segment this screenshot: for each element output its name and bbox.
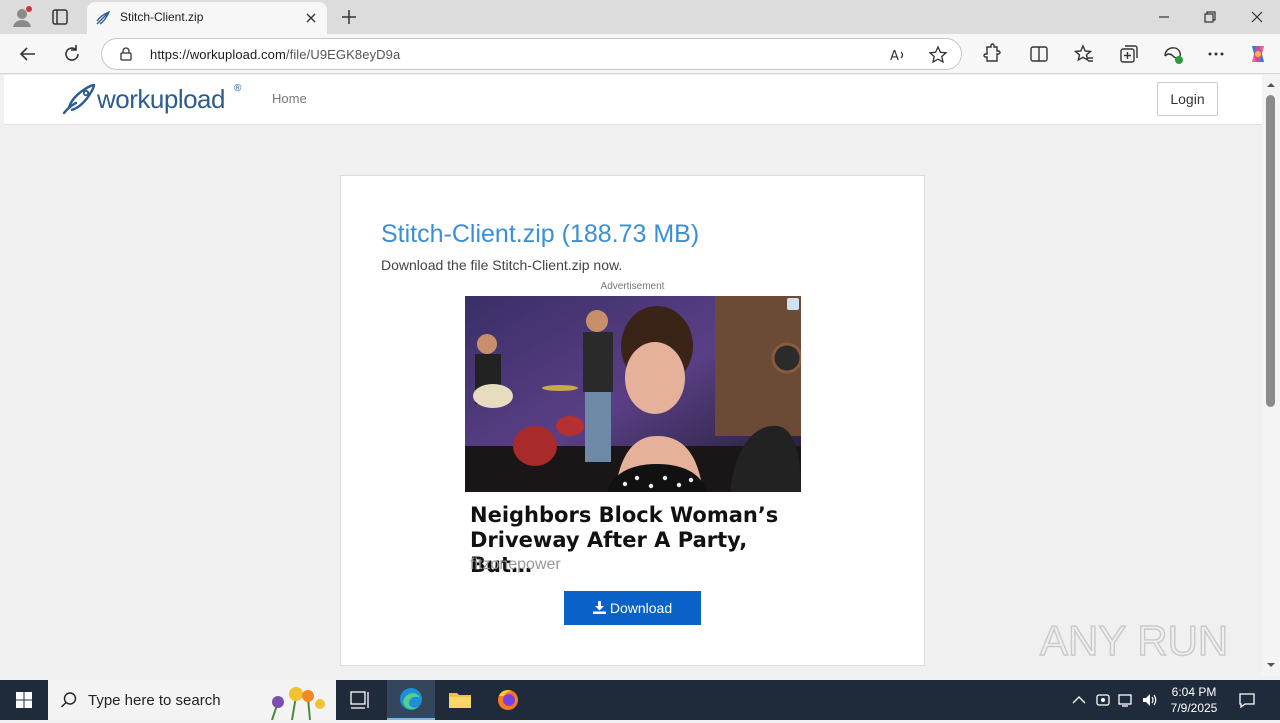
ad-image[interactable]	[465, 296, 801, 492]
browser-tab-bar: Stitch-Client.zip	[0, 0, 1280, 34]
ad-photo-illustration	[465, 296, 801, 492]
logo-text: workupload	[97, 84, 225, 114]
extensions-icon[interactable]	[979, 42, 1003, 66]
restore-icon[interactable]	[1200, 7, 1220, 27]
url-text: https://workupload.com/file/U9EGK8eyD9a	[150, 47, 400, 62]
taskbar-clock[interactable]: 6:04 PM 7/9/2025	[1164, 684, 1224, 716]
read-aloud-icon[interactable]: A	[888, 45, 908, 65]
tray-meet-icon[interactable]	[1094, 691, 1112, 709]
network-icon[interactable]	[1117, 691, 1135, 709]
tab-title: Stitch-Client.zip	[120, 10, 204, 24]
download-label: Download	[609, 600, 673, 616]
notifications-icon[interactable]	[1238, 691, 1256, 709]
download-button[interactable]: Download	[564, 591, 701, 625]
close-tab-icon[interactable]	[303, 10, 319, 26]
clock-date: 7/9/2025	[1170, 701, 1218, 715]
page-viewport: workupload ® Home Login Stitch-Client.zi…	[4, 75, 1262, 676]
favorites-icon[interactable]	[1072, 42, 1096, 66]
search-placeholder: Type here to search	[88, 692, 221, 709]
file-explorer-icon[interactable]	[436, 680, 484, 720]
volume-icon[interactable]	[1141, 691, 1159, 709]
copilot-icon[interactable]	[1246, 42, 1270, 66]
refresh-icon[interactable]	[60, 42, 84, 66]
task-view-icon[interactable]	[336, 680, 384, 720]
page-scrollbar[interactable]	[1262, 75, 1280, 676]
favorite-star-icon[interactable]	[928, 45, 948, 65]
ad-source[interactable]: fitzonepower	[470, 556, 561, 574]
site-info-icon[interactable]	[118, 46, 134, 62]
profile-icon[interactable]	[10, 5, 34, 29]
file-subtitle: Download the file Stitch-Client.zip now.	[381, 257, 623, 273]
scroll-down-arrow-icon[interactable]	[1266, 660, 1276, 670]
settings-more-icon[interactable]	[1204, 42, 1228, 66]
search-icon	[61, 692, 77, 708]
watermark-text: ANY RUN	[1040, 617, 1228, 664]
file-card: Stitch-Client.zip (188.73 MB) Download t…	[340, 175, 925, 666]
browser-essentials-icon[interactable]	[1161, 42, 1185, 66]
ad-choices-icon[interactable]	[787, 298, 799, 310]
taskbar: Type here to search 6:04 PM 7/9/2025	[0, 680, 1280, 720]
download-icon	[592, 601, 606, 614]
logo-registered-mark: ®	[234, 83, 242, 94]
firefox-icon[interactable]	[484, 680, 532, 720]
close-window-icon[interactable]	[1247, 7, 1267, 27]
new-tab-icon[interactable]	[339, 7, 359, 27]
url-host: https://workupload.com	[150, 47, 286, 62]
workupload-logo[interactable]: workupload ®	[62, 81, 252, 117]
back-icon[interactable]	[16, 42, 40, 66]
workupload-rocket-icon	[62, 83, 96, 115]
windows-start-icon[interactable]	[0, 680, 48, 720]
nav-home-link[interactable]: Home	[272, 91, 307, 106]
anyrun-watermark: ANY RUN	[1039, 616, 1229, 664]
split-screen-icon[interactable]	[1027, 42, 1051, 66]
ad-label: Advertisement	[600, 281, 665, 292]
taskbar-edge[interactable]	[387, 680, 435, 720]
file-title: Stitch-Client.zip (188.73 MB)	[381, 220, 700, 248]
tray-overflow-chevron-icon[interactable]	[1070, 691, 1088, 709]
url-path: /file/U9EGK8eyD9a	[285, 47, 401, 62]
tab-actions-icon[interactable]	[50, 7, 70, 27]
svg-text:A: A	[890, 49, 899, 64]
scroll-up-arrow-icon[interactable]	[1266, 80, 1276, 90]
clock-time: 6:04 PM	[1171, 685, 1217, 699]
workupload-favicon-icon	[96, 10, 111, 25]
minimize-icon[interactable]	[1154, 7, 1174, 27]
search-highlight-flowers-icon	[271, 687, 325, 720]
address-bar[interactable]: https://workupload.com/file/U9EGK8eyD9a …	[101, 38, 962, 70]
login-button[interactable]: Login	[1157, 82, 1218, 116]
scroll-thumb[interactable]	[1266, 95, 1275, 407]
taskbar-search-box[interactable]: Type here to search	[48, 680, 336, 720]
browser-toolbar: https://workupload.com/file/U9EGK8eyD9a …	[0, 34, 1280, 74]
site-header: workupload ® Home Login	[4, 75, 1262, 125]
tab-active[interactable]: Stitch-Client.zip	[87, 2, 327, 34]
collections-icon[interactable]	[1117, 42, 1141, 66]
edge-icon	[400, 688, 422, 710]
